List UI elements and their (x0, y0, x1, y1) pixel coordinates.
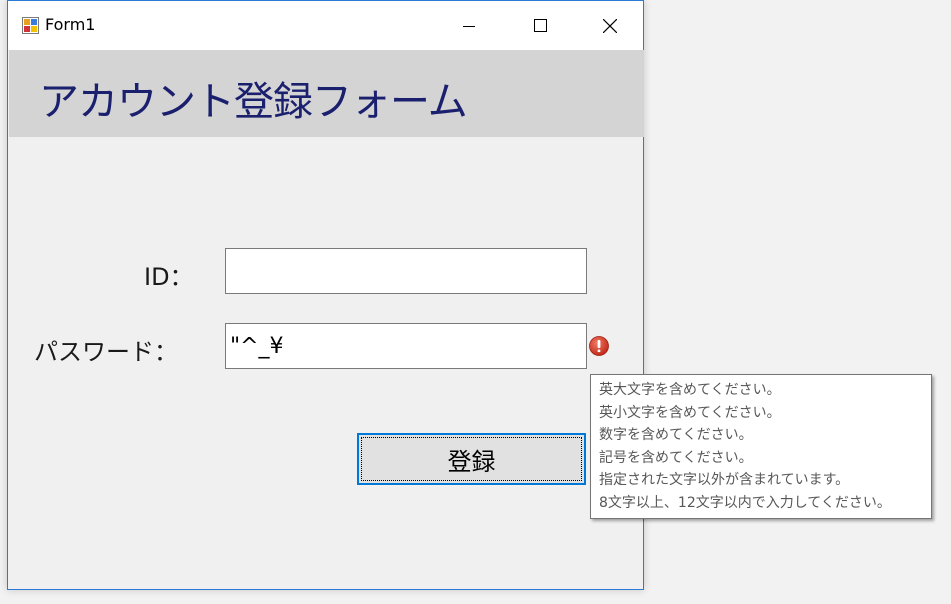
header-banner: アカウント登録フォーム (9, 50, 644, 137)
tooltip-message: 英大文字を含めてください。 (599, 382, 781, 398)
minimize-button[interactable] (445, 1, 493, 50)
validation-tooltip: 英大文字を含めてください。 英小文字を含めてください。 数字を含めてください。 … (590, 374, 932, 519)
tooltip-message: 数字を含めてください。 (599, 427, 753, 443)
close-button[interactable] (586, 1, 634, 50)
close-icon (603, 18, 617, 33)
id-label: ID： (144, 263, 194, 291)
tooltip-message: 英小文字を含めてください。 (599, 404, 781, 421)
tooltip-message: 8文字以上、12文字以内で入力してください。 (599, 494, 891, 511)
register-button[interactable]: 登録 (357, 433, 586, 485)
window-title: Form1 (45, 15, 96, 34)
tooltip-message: 指定された文字以外が含まれています。 (599, 472, 850, 488)
title-bar[interactable]: Form1 (8, 1, 643, 50)
app-icon (22, 17, 39, 34)
form-window: Form1 アカウント登録フォーム ID： パスワード： "^_¥ 登録 (7, 0, 644, 590)
password-input[interactable] (225, 323, 587, 369)
minimize-icon (463, 25, 475, 27)
tooltip-message: 記号を含めてください。 (599, 449, 753, 466)
error-icon[interactable] (589, 336, 609, 356)
id-input[interactable] (225, 248, 587, 294)
maximize-button[interactable] (516, 1, 564, 50)
maximize-icon (533, 19, 547, 32)
page-title: アカウント登録フォーム (39, 79, 468, 125)
password-label: パスワード： (34, 338, 178, 366)
